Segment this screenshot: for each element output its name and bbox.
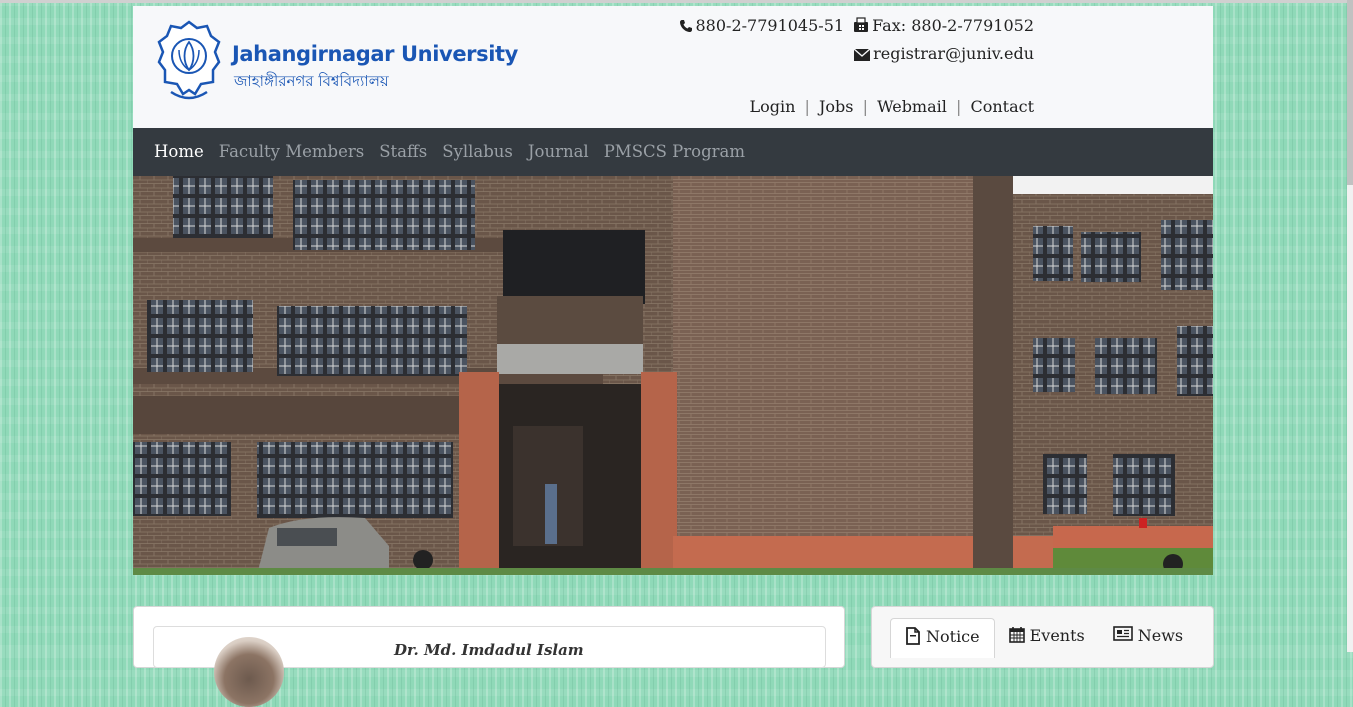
brand-name[interactable]: Jahangirnagar University xyxy=(232,42,518,66)
browser-top-border xyxy=(0,0,1353,3)
scrollbar-thumb[interactable] xyxy=(1347,0,1353,185)
email-address[interactable]: registrar@juniv.edu xyxy=(873,44,1034,63)
hero-banner-image xyxy=(133,176,1213,575)
notice-tabs-card: Notice Events News xyxy=(871,606,1214,668)
link-separator: | xyxy=(862,97,868,116)
nav-item-journal[interactable]: Journal xyxy=(528,142,589,161)
webmail-link[interactable]: Webmail xyxy=(877,97,947,116)
brand-name-bangla[interactable]: জাহাঙ্গীরনগর বিশ্ববিদ্যালয় xyxy=(234,70,389,95)
header-links: Login | Jobs | Webmail | Contact xyxy=(750,97,1035,116)
contact-link[interactable]: Contact xyxy=(970,97,1034,116)
nav-item-faculty-members[interactable]: Faculty Members xyxy=(219,142,365,161)
profile-name[interactable]: Dr. Md. Imdadul Islam xyxy=(394,641,584,659)
contact-phone-fax: 880-2-7791045-51 Fax: 880-2-7791052 xyxy=(679,16,1034,37)
site-header: Jahangirnagar University জাহাঙ্গীরনগর বি… xyxy=(133,6,1213,128)
envelope-icon xyxy=(853,46,871,65)
tab-notice-label: Notice xyxy=(926,627,980,646)
avatar xyxy=(214,637,284,707)
nav-item-staffs[interactable]: Staffs xyxy=(379,142,427,161)
tab-events-label: Events xyxy=(1029,626,1085,645)
login-link[interactable]: Login xyxy=(750,97,796,116)
tab-news-label: News xyxy=(1137,626,1184,645)
university-logo[interactable] xyxy=(157,20,221,104)
tab-notice[interactable]: Notice xyxy=(890,618,995,658)
contact-email: registrar@juniv.edu xyxy=(853,44,1034,65)
newspaper-icon xyxy=(1112,626,1133,645)
file-icon xyxy=(905,627,921,649)
phone-icon xyxy=(679,18,693,37)
tab-strip: Notice Events News xyxy=(890,618,1197,658)
profile-inner-panel: Dr. Md. Imdadul Islam xyxy=(153,626,826,707)
nav-item-pmscs-program[interactable]: PMSCS Program xyxy=(604,142,745,161)
fax-icon xyxy=(853,17,869,37)
calendar-icon xyxy=(1008,626,1025,647)
jobs-link[interactable]: Jobs xyxy=(819,97,854,116)
page-scrollbar[interactable] xyxy=(1347,0,1353,652)
link-separator: | xyxy=(955,97,962,116)
nav-item-syllabus[interactable]: Syllabus xyxy=(442,142,513,161)
fax-number: Fax: 880-2-7791052 xyxy=(872,16,1034,35)
main-navbar: Home Faculty Members Staffs Syllabus Jou… xyxy=(133,128,1213,176)
faculty-profile-card: Dr. Md. Imdadul Islam xyxy=(133,606,845,707)
tab-events[interactable]: Events xyxy=(995,618,1099,658)
phone-number: 880-2-7791045-51 xyxy=(695,16,845,35)
tab-news[interactable]: News xyxy=(1099,618,1197,658)
nav-item-home[interactable]: Home xyxy=(154,142,204,161)
link-separator: | xyxy=(804,97,810,116)
